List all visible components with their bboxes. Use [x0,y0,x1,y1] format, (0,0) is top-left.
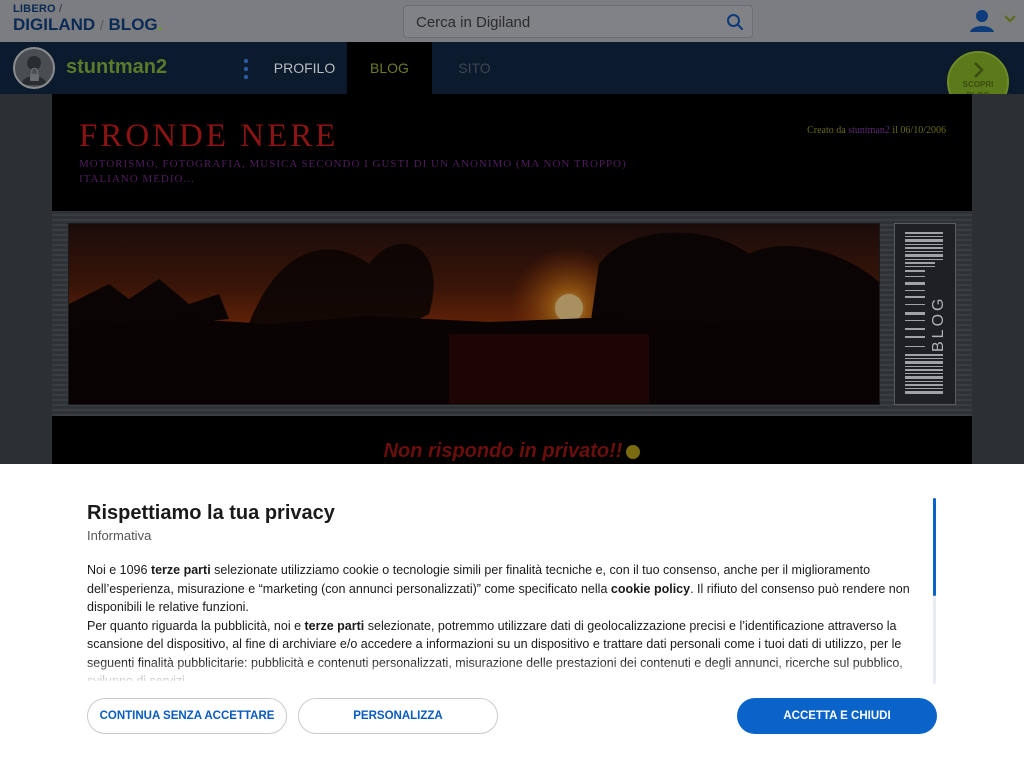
search-placeholder: Cerca in Digiland [416,14,531,31]
barcode-blog-badge: BLOG [894,223,956,405]
created-prefix: Creato da [807,125,846,136]
tab-profilo[interactable]: PROFILO [262,42,347,94]
sunset-banner-image [68,223,880,405]
privacy-scrollbar[interactable] [933,498,936,684]
chevron-down-icon[interactable] [1003,13,1017,25]
blog-title[interactable]: FRONDE NERE [79,118,338,155]
third-parties-link[interactable]: terze parti [151,563,211,577]
privacy-consent-dialog: Rispettiamo la tua privacy Informativa N… [0,464,1024,768]
user-account-icon[interactable] [968,8,996,34]
created-info: Creato da stuntman2 il 06/10/2006 [807,125,946,136]
tab-sito[interactable]: SITO [432,42,517,94]
created-author-link[interactable]: stuntman2 [848,125,890,136]
scrollbar-thumb[interactable] [933,498,936,596]
blog-content: Non rispondo in privato!! [52,416,972,464]
chevron-right-icon [974,62,984,78]
created-date: il 06/10/2006 [892,125,946,136]
continue-without-accepting-button[interactable]: CONTINUA SENZA ACCETTARE [87,698,287,734]
blog-subtitle: MOTORISMO, FOTOGRAFIA, MUSICA SECONDO I … [79,158,627,185]
username[interactable]: stuntman2 [66,56,167,79]
top-bar: LIBERO / DIGILAND / BLOG. Cerca in Digil… [0,0,1024,42]
notice-text: Non rispondo in privato!! [383,440,623,462]
search-icon[interactable] [726,13,744,31]
third-parties-link-2[interactable]: terze parti [305,619,365,633]
search-input[interactable]: Cerca in Digiland [403,5,753,38]
notice-banner: Non rispondo in privato!! [52,440,972,463]
avatar[interactable] [13,47,55,89]
discover-label-1: SCOPRI [962,80,994,89]
privacy-paragraph-1: Noi e 1096 terze parti selezionate utili… [87,563,910,614]
customize-button[interactable]: PERSONALIZZA [298,698,498,734]
tab-blog[interactable]: BLOG [347,42,432,94]
digiland-blog-logo[interactable]: LIBERO / DIGILAND / BLOG. [13,3,162,35]
banner-band: BLOG [52,211,972,416]
more-options-icon[interactable] [242,57,250,81]
privacy-title: Rispettiamo la tua privacy [87,502,335,524]
smiley-icon [626,444,641,459]
privacy-subtitle: Informativa [87,528,152,543]
cookie-policy-link[interactable]: cookie policy [611,582,690,596]
locked-avatar-icon [21,56,47,85]
blog-container: FRONDE NERE MOTORISMO, FOTOGRAFIA, MUSIC… [52,94,972,464]
profile-nav-bar: stuntman2 PROFILO BLOG SITO [0,42,1024,94]
logo-blog: BLOG [108,15,158,34]
barcode-label: BLOG [930,296,947,352]
logo-digiland: DIGILAND [13,15,96,34]
logo-libero: LIBERO [13,3,56,15]
accept-and-close-button[interactable]: ACCETTA E CHIUDI [737,698,937,734]
